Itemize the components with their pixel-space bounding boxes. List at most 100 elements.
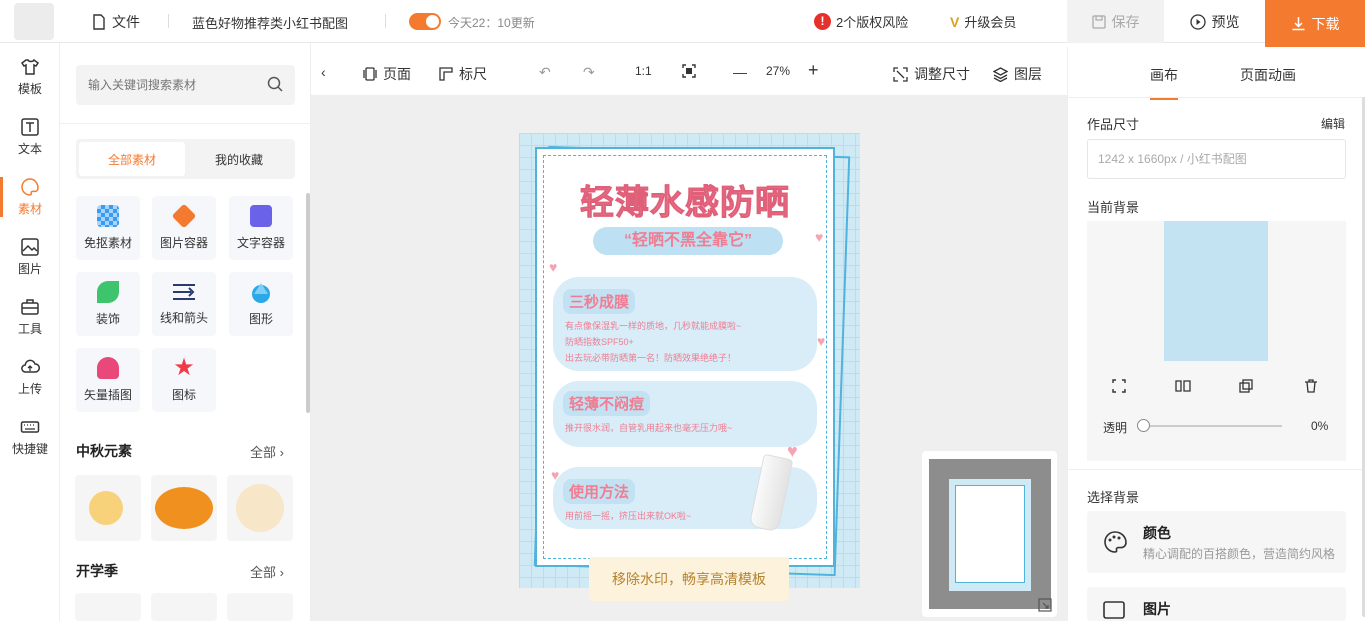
cloud-upload-icon [21,359,40,373]
fit-screen-button[interactable] [682,64,696,78]
background-swatch [1164,221,1268,361]
flip-icon[interactable] [1175,379,1191,393]
section-all-link[interactable]: 全部 › [250,442,284,461]
chevron-left-icon: ‹ [321,64,326,80]
card-1-heading: 三秒成膜 [563,289,636,314]
nav-item-text[interactable]: 文本 [0,111,60,163]
tile-label: 图片容器 [159,236,208,250]
asset-thumbnail[interactable] [75,475,141,541]
page-button[interactable]: 页面 [363,64,411,84]
background-image-option[interactable]: 图片 [1087,587,1346,621]
app-logo[interactable] [14,3,54,40]
tab-canvas[interactable]: 画布 [1150,65,1178,100]
resize-button[interactable]: 调整尺寸 [893,64,970,84]
cube-icon [171,203,197,229]
canvas-area[interactable]: 轻薄水感防晒 “轻晒不黑全靠它” 三秒成膜 有点像保湿乳一样的质地，几秒就能成膜… [311,96,1067,621]
asset-thumbnail[interactable] [151,475,217,541]
remove-watermark-banner[interactable]: 移除水印，畅享高清模板 [589,557,789,601]
ruler-button[interactable]: 标尺 [439,64,487,84]
divider [385,14,386,28]
nav-item-assets[interactable]: 素材 [0,171,60,223]
ruler-icon [439,67,453,81]
asset-thumbnail[interactable] [227,593,293,621]
current-background-label: 当前背景 [1087,200,1140,215]
document-title[interactable]: 蓝色好物推荐类小红书配图 [192,13,348,32]
tile-label: 文字容器 [236,236,285,250]
palette-icon [1104,531,1127,553]
star-icon: ★ [173,354,195,381]
vip-icon: V [950,13,960,30]
minimap[interactable] [922,451,1057,617]
search-icon[interactable] [267,76,283,92]
tab-page-animation[interactable]: 页面动画 [1240,65,1296,85]
download-button[interactable]: 下载 [1265,0,1365,47]
opacity-slider-track[interactable] [1144,425,1282,427]
warning-icon: ! [814,13,831,30]
upgrade-vip-button[interactable]: V 升级会员 [950,12,1016,31]
duplicate-icon[interactable] [1239,379,1253,393]
redo-button[interactable]: ↷ [583,64,595,81]
minus-icon: — [733,64,747,80]
tile-image-container[interactable]: 图片容器 [152,196,216,260]
asset-thumbnail[interactable] [151,593,217,621]
heart-icon: ♥ [815,229,824,245]
page-label: 页面 [383,66,411,82]
text-icon [21,118,39,136]
autosave-toggle[interactable] [409,13,441,30]
background-preview[interactable] [1087,221,1346,361]
save-button[interactable]: 保存 [1067,0,1164,43]
fullscreen-icon[interactable] [1112,379,1126,393]
tile-lines-arrows[interactable]: 线和箭头 [152,272,216,336]
panel-scrollbar[interactable] [306,193,310,413]
minimap-viewport [929,459,1051,609]
nav-item-tools[interactable]: 工具 [0,291,60,343]
size-field[interactable]: 1242 x 1660px / 小红书配图 [1087,139,1346,179]
trash-icon[interactable] [1304,379,1318,393]
undo-icon: ↶ [539,64,551,80]
tab-all-assets[interactable]: 全部素材 [79,142,185,176]
edit-size-link[interactable]: 编辑 [1321,115,1345,132]
tile-label: 图标 [171,388,196,402]
asset-search-input[interactable] [76,65,295,105]
nav-item-upload[interactable]: 上传 [0,351,60,403]
file-menu-button[interactable]: 文件 [92,12,140,32]
layers-button[interactable]: 图层 [993,64,1042,84]
image-icon [1103,601,1125,619]
chevron-right-icon: › [279,565,284,580]
opacity-slider-handle[interactable] [1137,419,1150,432]
zoom-in-button[interactable]: + [808,60,819,81]
play-circle-icon [1189,13,1206,30]
color-option-desc: 精心调配的百搭颜色，营造简约风格 [1143,547,1336,561]
poster-canvas[interactable]: 轻薄水感防晒 “轻晒不黑全靠它” 三秒成膜 有点像保湿乳一样的质地，几秒就能成膜… [519,133,860,588]
tile-shapes[interactable]: 图形 [229,272,293,336]
nav-item-images[interactable]: 图片 [0,231,60,283]
asset-thumbnail[interactable] [227,475,293,541]
tile-vector-illustration[interactable]: 矢量插图 [76,348,140,412]
collapse-panel-button[interactable]: ‹ [321,64,326,80]
poster-title[interactable]: 轻薄水感防晒 [537,175,833,224]
nav-item-shortcuts[interactable]: 快捷键 [0,411,60,463]
mooncake-icon [89,491,123,525]
section-all-link[interactable]: 全部 › [250,562,284,581]
copyright-risk-button[interactable]: ! 2个版权风险 [814,12,908,31]
tile-text-container[interactable]: 文字容器 [229,196,293,260]
nav-label: 上传 [17,382,42,396]
section-all-label: 全部 [250,565,277,580]
asset-thumbnail[interactable] [75,593,141,621]
actual-size-button[interactable]: 1:1 [635,64,652,78]
undo-button[interactable]: ↶ [539,64,551,81]
tile-decoration[interactable]: 装饰 [76,272,140,336]
background-tools: 透明 0% [1087,361,1346,461]
preview-button[interactable]: 预览 [1164,0,1265,43]
expand-icon[interactable] [1038,598,1052,612]
tile-cutout-assets[interactable]: 免抠素材 [76,196,140,260]
tile-icons[interactable]: ★ 图标 [152,348,216,412]
image-option-title: 图片 [1143,601,1171,617]
background-color-option[interactable]: 颜色 精心调配的百搭颜色，营造简约风格 [1087,511,1346,573]
zoom-out-button[interactable]: — [733,64,747,80]
tab-favorites[interactable]: 我的收藏 [186,142,292,176]
resize-label: 调整尺寸 [914,66,970,82]
tshirt-icon [20,58,40,75]
poster-subtitle[interactable]: “轻晒不黑全靠它” [593,227,783,255]
nav-item-template[interactable]: 模板 [0,51,60,103]
